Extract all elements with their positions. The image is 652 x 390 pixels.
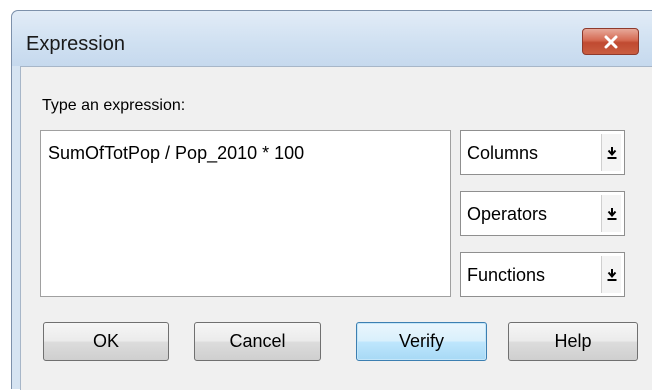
functions-dropdown[interactable]: Functions [460,252,625,297]
functions-dropdown-label: Functions [467,265,546,285]
help-button[interactable]: Help [508,322,638,361]
operators-dropdown[interactable]: Operators [460,191,625,236]
operators-dropdown-label: Operators [467,204,548,224]
dialog-body: Type an expression: SumOfTotPop / Pop_20… [20,66,652,390]
columns-dropdown-button[interactable] [601,134,621,171]
down-arrow-underline-icon [607,268,616,281]
close-icon [604,35,617,48]
close-button[interactable] [582,28,639,55]
dialog-title: Expression [26,33,125,55]
operators-dropdown-button[interactable] [601,195,621,232]
functions-dropdown-button[interactable] [601,256,621,293]
expression-prompt-label: Type an expression: [42,97,186,114]
verify-button[interactable]: Verify [356,322,487,361]
columns-dropdown[interactable]: Columns [460,130,625,175]
expression-dialog: Expression Type an expression: SumOfTotP… [11,10,652,390]
down-arrow-underline-icon [607,146,616,159]
down-arrow-underline-icon [607,207,616,220]
ok-button[interactable]: OK [43,322,169,361]
columns-dropdown-label: Columns [467,143,539,163]
cancel-button[interactable]: Cancel [194,322,321,361]
title-bar[interactable]: Expression [12,11,652,66]
expression-input[interactable]: SumOfTotPop / Pop_2010 * 100 [40,130,451,297]
